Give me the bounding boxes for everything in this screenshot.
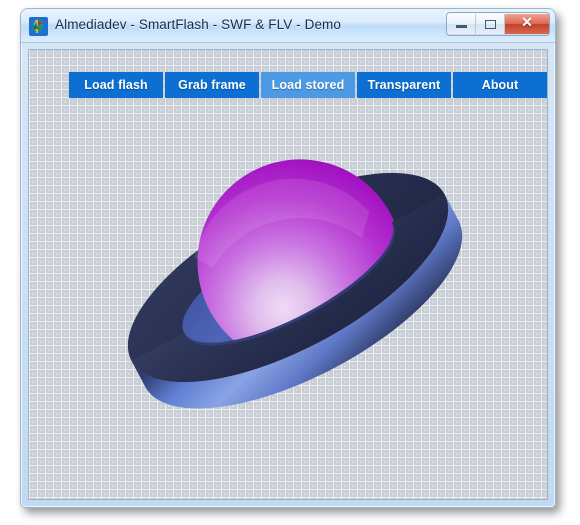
close-icon: ✕: [521, 16, 533, 31]
application-window: Almediadev - SmartFlash - SWF & FLV - De…: [20, 8, 556, 508]
minimize-button[interactable]: [447, 14, 476, 34]
load-stored-button[interactable]: Load stored: [261, 72, 355, 98]
transparent-button[interactable]: Transparent: [357, 72, 451, 98]
grab-frame-label: Grab frame: [178, 78, 246, 92]
title-bar[interactable]: Almediadev - SmartFlash - SWF & FLV - De…: [21, 9, 555, 43]
toolbar: Load flash Grab frame Load stored Transp…: [69, 72, 547, 98]
maximize-button[interactable]: [476, 14, 505, 34]
load-flash-button[interactable]: Load flash: [69, 72, 163, 98]
about-button[interactable]: About: [453, 72, 547, 98]
window-title: Almediadev - SmartFlash - SWF & FLV - De…: [55, 17, 342, 32]
window-controls: ✕: [446, 12, 550, 36]
app-logo-icon: [29, 17, 48, 36]
close-button[interactable]: ✕: [505, 14, 549, 34]
about-label: About: [481, 78, 519, 92]
minimize-icon: [455, 25, 467, 28]
maximize-icon: [484, 19, 496, 29]
client-area: Load flash Grab frame Load stored Transp…: [28, 49, 548, 500]
flash-stage: [127, 159, 463, 409]
transparent-label: Transparent: [367, 78, 441, 92]
load-stored-label: Load stored: [271, 78, 345, 92]
grab-frame-button[interactable]: Grab frame: [165, 72, 259, 98]
load-flash-label: Load flash: [84, 78, 148, 92]
